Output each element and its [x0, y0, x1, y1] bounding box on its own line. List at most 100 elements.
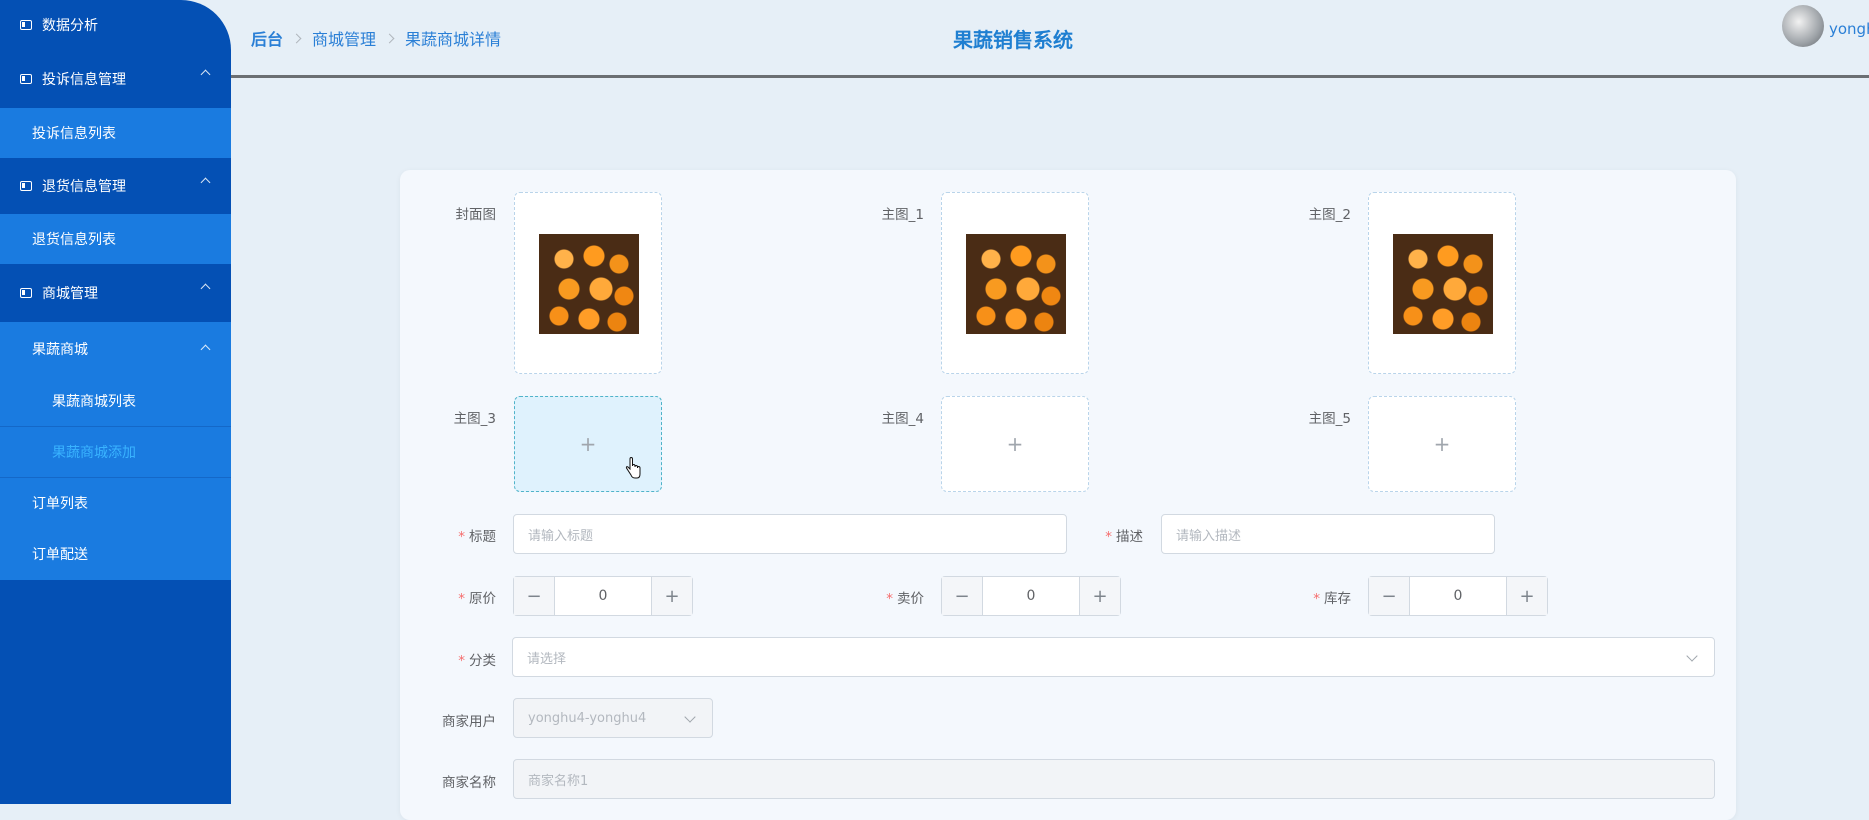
- menu-order-delivery[interactable]: 订单配送: [0, 528, 231, 580]
- menu-complaint-list[interactable]: 投诉信息列表: [0, 108, 231, 158]
- required-mark: *: [1313, 591, 1320, 607]
- stock-label-text: 库存: [1324, 591, 1351, 607]
- sale-price-label-text: 卖价: [897, 591, 924, 607]
- breadcrumb: 后台 商城管理 果蔬商城详情: [251, 26, 501, 50]
- stock-label: * 库存: [1271, 587, 1351, 607]
- menu-fruit-mall[interactable]: 果蔬商城: [0, 322, 231, 376]
- menu-label: 果蔬商城添加: [52, 445, 136, 461]
- main-image-2-label: 主图_2: [1308, 207, 1351, 223]
- cover-image-label: 封面图: [455, 207, 497, 223]
- minus-button[interactable]: −: [514, 577, 555, 615]
- minus-button[interactable]: −: [1369, 577, 1410, 615]
- sidebar: 数据分析 投诉信息管理 投诉信息列表 退货信息管理 退货信息列表 商城管理 果蔬…: [0, 0, 231, 804]
- menu-data-analysis[interactable]: 数据分析: [0, 0, 231, 50]
- chevron-up-icon: [200, 69, 211, 80]
- cover-image-uploader[interactable]: [514, 192, 662, 374]
- merchant-user-select: yonghu4-yonghu4: [513, 698, 713, 738]
- plus-button[interactable]: +: [1506, 577, 1547, 615]
- required-mark: *: [458, 529, 465, 545]
- description-label-text: 描述: [1116, 529, 1143, 545]
- merchant-user-value: yonghu4-yonghu4: [528, 710, 647, 726]
- original-price-stepper[interactable]: − 0 +: [513, 576, 693, 616]
- menu-label: 订单列表: [32, 496, 88, 512]
- menu-label: 果蔬商城列表: [52, 394, 136, 410]
- main-image-2-uploader[interactable]: [1368, 192, 1516, 374]
- minus-button[interactable]: −: [942, 577, 983, 615]
- stock-stepper[interactable]: − 0 +: [1368, 576, 1548, 616]
- main-image-4-label: 主图_4: [881, 411, 924, 427]
- title-label: * 标题: [416, 525, 496, 545]
- plus-icon: +: [1433, 432, 1451, 456]
- required-mark: *: [1105, 529, 1112, 545]
- menu-return-management[interactable]: 退货信息管理: [0, 158, 231, 214]
- description-input[interactable]: 请输入描述: [1161, 514, 1495, 554]
- username[interactable]: yongh: [1829, 20, 1869, 38]
- breadcrumb-mall-management[interactable]: 商城管理: [312, 26, 376, 50]
- hand-cursor-icon: [625, 457, 641, 479]
- main-image-5-label: 主图_5: [1308, 411, 1351, 427]
- menu-return-list[interactable]: 退货信息列表: [0, 214, 231, 264]
- sale-price-stepper[interactable]: − 0 +: [941, 576, 1121, 616]
- main-image-5-uploader[interactable]: +: [1368, 396, 1516, 492]
- breadcrumb-current: 果蔬商城详情: [405, 30, 502, 49]
- description-label: * 描述: [1063, 525, 1143, 545]
- chevron-up-icon: [200, 344, 211, 355]
- original-price-label: * 原价: [416, 587, 496, 607]
- chevron-up-icon: [200, 177, 211, 188]
- menu-label: 果蔬商城: [32, 342, 88, 358]
- original-price-label-text: 原价: [469, 591, 496, 607]
- chevron-down-icon: [1686, 650, 1698, 662]
- menu-fruit-mall-list[interactable]: 果蔬商城列表: [0, 376, 231, 427]
- menu-mall-management[interactable]: 商城管理: [0, 264, 231, 322]
- menu-order-list[interactable]: 订单列表: [0, 478, 231, 528]
- menu-icon: [20, 20, 32, 30]
- category-label-text: 分类: [469, 653, 496, 669]
- menu-label: 退货信息列表: [32, 232, 116, 248]
- chevron-up-icon: [200, 283, 211, 294]
- merchant-user-label: 商家用户: [442, 714, 496, 730]
- page-title: 果蔬销售系统: [953, 28, 1073, 52]
- sale-price-value[interactable]: 0: [983, 577, 1079, 615]
- main-image-3-label: 主图_3: [453, 411, 496, 427]
- fruit-image: [1393, 234, 1493, 334]
- main-image-4-uploader[interactable]: +: [941, 396, 1089, 492]
- required-mark: *: [458, 591, 465, 607]
- sale-price-label: * 卖价: [844, 587, 924, 607]
- plus-button[interactable]: +: [1079, 577, 1120, 615]
- original-price-value[interactable]: 0: [555, 577, 651, 615]
- menu-label: 投诉信息管理: [42, 72, 126, 88]
- category-select[interactable]: 请选择: [512, 637, 1715, 677]
- breadcrumb-home[interactable]: 后台: [251, 26, 283, 50]
- chevron-right-icon: [384, 33, 395, 43]
- category-placeholder: 请选择: [527, 651, 567, 667]
- category-label: * 分类: [416, 649, 496, 669]
- menu-icon: [20, 288, 32, 298]
- header: 后台 商城管理 果蔬商城详情 果蔬销售系统 yongh: [231, 0, 1869, 78]
- title-input[interactable]: 请输入标题: [513, 514, 1067, 554]
- required-mark: *: [458, 653, 465, 669]
- menu-label: 商城管理: [42, 286, 98, 302]
- menu-label: 订单配送: [32, 547, 88, 563]
- main-image-1-uploader[interactable]: [941, 192, 1089, 374]
- menu-icon: [20, 74, 32, 84]
- chevron-right-icon: [291, 33, 302, 43]
- form-card: 封面图 主图_1 主图_2 主图_3 主图_4 主图_5 + + + * 标题 请…: [400, 170, 1736, 820]
- merchant-name-label: 商家名称: [442, 775, 496, 791]
- menu-label: 退货信息管理: [42, 179, 126, 195]
- chevron-down-icon: [684, 711, 696, 723]
- stock-value[interactable]: 0: [1410, 577, 1506, 615]
- plus-icon: +: [1006, 432, 1024, 456]
- main-image-1-label: 主图_1: [881, 207, 924, 223]
- menu-label: 数据分析: [42, 18, 98, 34]
- title-label-text: 标题: [469, 529, 496, 545]
- avatar[interactable]: [1782, 5, 1824, 47]
- merchant-name-input: 商家名称1: [513, 759, 1715, 799]
- menu-label: 投诉信息列表: [32, 126, 116, 142]
- required-mark: *: [886, 591, 893, 607]
- fruit-image: [539, 234, 639, 334]
- menu-fruit-mall-add[interactable]: 果蔬商城添加: [0, 427, 231, 478]
- menu-icon: [20, 181, 32, 191]
- fruit-image: [966, 234, 1066, 334]
- menu-complaint-management[interactable]: 投诉信息管理: [0, 50, 231, 108]
- plus-button[interactable]: +: [651, 577, 692, 615]
